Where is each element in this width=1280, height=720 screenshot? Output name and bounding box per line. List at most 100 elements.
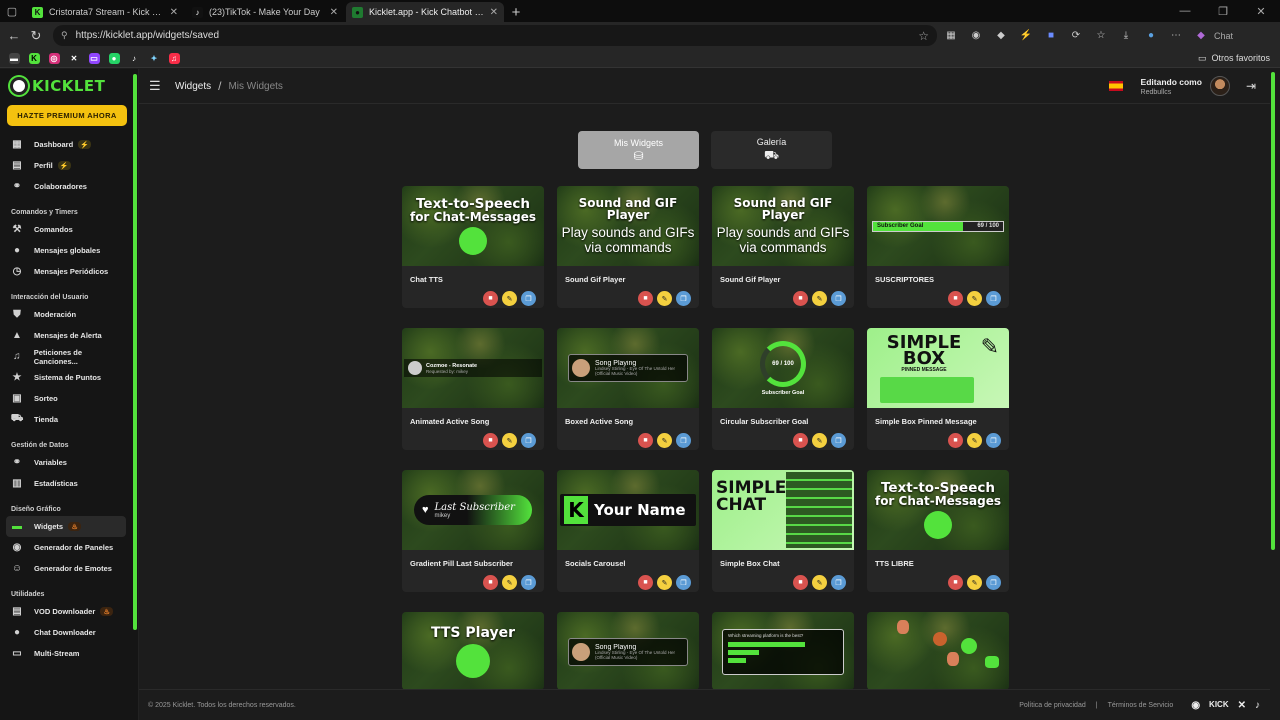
widget-thumbnail[interactable]: Text-to-Speech for Chat-Messages xyxy=(867,470,1009,550)
widget-card[interactable]: K Your Name Socials Carousel ■ ✎ ❐ xyxy=(557,470,699,592)
user-avatar[interactable] xyxy=(1209,76,1230,96)
widget-thumbnail[interactable]: Sound and GIF Player Play sounds and GIFs… xyxy=(557,186,699,266)
profile-avatar-icon[interactable]: ● xyxy=(1140,25,1162,47)
delete-icon[interactable]: ■ xyxy=(483,433,498,448)
edit-icon[interactable]: ✎ xyxy=(812,433,827,448)
widget-thumbnail[interactable]: Cozmoe - Resonate Requested by: mikey xyxy=(402,328,544,408)
sidebar-item-mensajes-globales[interactable]: ● Mensajes globales xyxy=(0,240,126,261)
edit-icon[interactable]: ✎ xyxy=(657,433,672,448)
widget-card[interactable]: 69 / 100 Subscriber Goal Circular Subscrib… xyxy=(712,328,854,450)
new-tab-button[interactable]: + xyxy=(504,2,528,22)
edit-icon[interactable]: ✎ xyxy=(502,291,517,306)
sidebar-item-dashboard[interactable]: ▦ Dashboard ⚡ xyxy=(0,134,126,155)
widget-thumbnail[interactable]: 69 / 100 Subscriber Goal xyxy=(712,328,854,408)
language-flag-icon[interactable] xyxy=(1108,81,1123,91)
sidebar-item-comandos[interactable]: ⚒ Comandos xyxy=(0,219,126,240)
copy-icon[interactable]: ❐ xyxy=(521,575,536,590)
restore-icon[interactable]: ❐ xyxy=(1204,0,1242,22)
widget-thumbnail[interactable]: K Your Name xyxy=(557,470,699,550)
delete-icon[interactable]: ■ xyxy=(638,575,653,590)
sidebar-item-vod-downloader[interactable]: ▤ VOD Downloader ♨ xyxy=(0,601,126,622)
bookmark-music-icon[interactable]: ♫ xyxy=(164,50,184,66)
copy-icon[interactable]: ❐ xyxy=(986,575,1001,590)
widget-card[interactable] xyxy=(867,612,1009,689)
widget-card[interactable]: Song Playing Lindsey Stirling - Eye Of Th… xyxy=(557,612,699,689)
edit-icon[interactable]: ✎ xyxy=(967,575,982,590)
reload-icon[interactable]: ↻ xyxy=(25,28,47,44)
browser-tab[interactable]: ● Kickle​t.app - Kick Chatbot and Ov ✕ xyxy=(346,2,504,22)
widget-thumbnail[interactable]: Which streaming platform is the best? xyxy=(712,612,854,689)
bookmark-game-icon[interactable]: ▬ xyxy=(4,50,24,66)
widget-thumbnail[interactable]: Song Playing Lindsey Stirling - Eye Of Th… xyxy=(557,612,699,689)
discord-icon[interactable]: ◉ xyxy=(1191,700,1200,711)
edit-icon[interactable]: ✎ xyxy=(812,291,827,306)
more-options-icon[interactable]: ⋯ xyxy=(1165,25,1187,47)
widget-card[interactable]: Which streaming platform is the best? xyxy=(712,612,854,689)
sidebar-item-variables[interactable]: ⚭ Variables xyxy=(0,452,126,473)
edit-icon[interactable]: ✎ xyxy=(502,575,517,590)
favorite-star-icon[interactable]: ☆ xyxy=(918,29,929,43)
bookmark-sparkle-icon[interactable]: ✦ xyxy=(144,50,164,66)
other-favorites-folder[interactable]: ▭ Otros favoritos xyxy=(1198,53,1270,64)
sidebar-item-mensajes-de-alerta[interactable]: ▲ Mensajes de Alerta xyxy=(0,325,126,346)
tiktok-icon[interactable]: ♪ xyxy=(1255,700,1260,711)
edit-icon[interactable]: ✎ xyxy=(967,291,982,306)
sidebar-item-mensajes-periódicos[interactable]: ◷ Mensajes Periódicos xyxy=(0,261,126,282)
delete-icon[interactable]: ■ xyxy=(793,433,808,448)
bookmark-twitch-icon[interactable]: ▭ xyxy=(84,50,104,66)
delete-icon[interactable]: ■ xyxy=(638,291,653,306)
extension-icon[interactable]: ⟳ xyxy=(1065,25,1087,47)
favorites-icon[interactable]: ☆ xyxy=(1090,25,1112,47)
widget-thumbnail[interactable]: SIMPLE BOX CHAT xyxy=(712,470,854,550)
widget-thumbnail[interactable] xyxy=(867,612,1009,689)
close-tab-icon[interactable]: ✕ xyxy=(330,7,338,18)
tab-galeria[interactable]: Galería ⛟ xyxy=(711,131,832,169)
extension-icon[interactable]: ⚡ xyxy=(1015,25,1037,47)
widget-card[interactable]: Cozmoe - Resonate Requested by: mikey Anim… xyxy=(402,328,544,450)
tab-mis-widgets[interactable]: Mis Widgets ⛁ xyxy=(578,131,699,169)
browser-tab[interactable]: K Cristorata7 Stream - Kick Dashbo ✕ xyxy=(26,2,184,22)
edit-icon[interactable]: ✎ xyxy=(812,575,827,590)
privacy-link[interactable]: Política de privacidad xyxy=(1019,702,1086,709)
copy-icon[interactable]: ❐ xyxy=(521,291,536,306)
brand-logo[interactable]: KICKLET xyxy=(0,69,138,97)
close-tab-icon[interactable]: ✕ xyxy=(490,7,498,18)
widget-thumbnail[interactable]: ♥ Last Subscriber mikey xyxy=(402,470,544,550)
delete-icon[interactable]: ■ xyxy=(793,291,808,306)
sidebar-item-peticiones-de-canciones[interactable]: ♫ Peticiones de Canciones... xyxy=(0,346,126,367)
tab-actions-icon[interactable]: ▢ xyxy=(0,0,24,22)
browser-tab[interactable]: ♪ (23)TikTok - Make Your Day ✕ xyxy=(186,2,344,22)
terms-link[interactable]: Términos de Servicio xyxy=(1108,702,1174,709)
widget-card[interactable]: Text-to-Speech for Chat-Messages Chat TTS ■… xyxy=(402,186,544,308)
copy-icon[interactable]: ❐ xyxy=(831,433,846,448)
page-scrollbar[interactable] xyxy=(1271,72,1275,550)
close-window-icon[interactable]: ✕ xyxy=(1242,0,1280,22)
sidebar-item-colaboradores[interactable]: ⚭ Colaboradores xyxy=(0,176,126,197)
sidebar-item-moderación[interactable]: ⛊ Moderación xyxy=(0,304,126,325)
copy-icon[interactable]: ❐ xyxy=(676,575,691,590)
copilot-icon[interactable]: ◆ xyxy=(1190,25,1212,47)
breadcrumb-widgets[interactable]: Widgets xyxy=(175,81,211,92)
x-icon[interactable]: ✕ xyxy=(1238,700,1246,711)
widget-thumbnail[interactable]: Song Playing Lindsey Stirling - Eye Of Th… xyxy=(557,328,699,408)
widget-thumbnail[interactable]: Text-to-Speech for Chat-Messages xyxy=(402,186,544,266)
bookmark-instagram-icon[interactable]: ◎ xyxy=(44,50,64,66)
site-info-icon[interactable]: ⚲ xyxy=(61,30,68,41)
widget-thumbnail[interactable]: Subscriber Goal 69 / 100 xyxy=(867,186,1009,266)
copy-icon[interactable]: ❐ xyxy=(676,291,691,306)
extension-icon[interactable]: ◆ xyxy=(990,25,1012,47)
url-field[interactable]: ⚲ https://kicklet.app/widgets/saved ☆ xyxy=(53,25,937,46)
widget-thumbnail[interactable]: SIMPLE BOX PINNED MESSAGE ✎ xyxy=(867,328,1009,408)
widget-thumbnail[interactable]: TTS Player xyxy=(402,612,544,689)
edit-icon[interactable]: ✎ xyxy=(657,291,672,306)
widget-card[interactable]: TTS Player xyxy=(402,612,544,689)
sidebar-scrollbar[interactable] xyxy=(133,74,137,630)
sidebar-item-tienda[interactable]: ⛟ Tienda xyxy=(0,409,126,430)
bookmark-kick-icon[interactable]: K xyxy=(24,50,44,66)
copy-icon[interactable]: ❐ xyxy=(831,575,846,590)
sidebar-item-widgets[interactable]: ▬ Widgets ♨ xyxy=(6,516,126,537)
delete-icon[interactable]: ■ xyxy=(483,575,498,590)
widget-card[interactable]: SIMPLE BOX PINNED MESSAGE ✎ Simple Box Pinn… xyxy=(867,328,1009,450)
menu-toggle-icon[interactable]: ☰ xyxy=(149,78,167,94)
sidebar-item-sorteo[interactable]: ▣ Sorteo xyxy=(0,388,126,409)
